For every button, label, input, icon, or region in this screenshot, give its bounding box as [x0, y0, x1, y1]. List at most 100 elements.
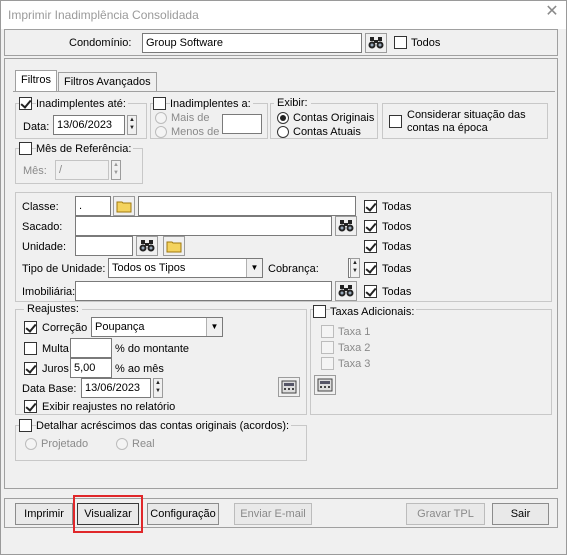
condominio-panel: Condomínio: Group Software Todos — [4, 29, 558, 56]
correcao-select[interactable]: Poupança ▼ — [91, 317, 223, 337]
detalhar-acordos-checkbox[interactable] — [19, 419, 32, 432]
sacado-label: Sacado: — [22, 221, 63, 233]
condominio-label: Condomínio: — [69, 37, 132, 49]
cobranca-spin-button[interactable]: ▲ ▼ — [350, 258, 360, 278]
taxa2-label: Taxa 2 — [338, 342, 371, 354]
mes-referencia-checkbox[interactable] — [19, 142, 32, 155]
multa-suffix: % do montante — [115, 343, 189, 355]
menos-de-radio[interactable] — [155, 126, 167, 138]
sair-button[interactable]: Sair — [492, 503, 549, 525]
sacado-input[interactable] — [75, 216, 332, 236]
classe-todas-checkbox[interactable] — [364, 200, 377, 213]
calculator-settings-icon[interactable] — [314, 375, 336, 395]
real-label: Real — [132, 438, 155, 450]
calculator-settings-icon[interactable] — [278, 377, 300, 397]
considerar-label: Considerar situação das contas na época — [407, 109, 526, 134]
contas-atuais-label: Contas Atuais — [293, 126, 361, 138]
tab-filtros[interactable]: Filtros — [15, 70, 57, 92]
sacado-todos-checkbox[interactable] — [364, 220, 377, 233]
mes-spin-button[interactable]: ▲ ▼ — [111, 160, 121, 180]
data-inadimplentes-input[interactable]: 13/06/2023 — [53, 115, 125, 135]
correcao-label: Correção — [42, 322, 88, 334]
considerar-checkbox[interactable] — [389, 115, 402, 128]
tipo-unidade-select[interactable]: Todos os Tipos ▼ — [108, 258, 263, 278]
imprimir-button[interactable]: Imprimir — [15, 503, 73, 525]
tipo-unidade-label: Tipo de Unidade: — [22, 263, 106, 275]
sacado-todos-label: Todos — [382, 221, 412, 233]
taxas-adicionais-label: Taxas Adicionais: — [330, 305, 417, 319]
binoculars-icon[interactable] — [365, 33, 387, 53]
tab-filtros-avancados[interactable]: Filtros Avançados — [58, 72, 157, 92]
mes-referencia-label: Mês de Referência: — [36, 142, 134, 156]
data-spin-button[interactable]: ▲ ▼ — [127, 115, 137, 135]
imobiliaria-todas-checkbox[interactable] — [364, 285, 377, 298]
real-radio[interactable] — [116, 438, 128, 450]
folder-icon[interactable] — [163, 236, 185, 256]
configuracao-button[interactable]: Configuração — [147, 503, 219, 525]
juros-checkbox[interactable] — [24, 362, 37, 375]
inadimplentes-ate-checkbox[interactable] — [19, 97, 32, 110]
unidade-todas-label: Todas — [382, 241, 412, 253]
data-base-label: Data Base: — [22, 383, 77, 395]
inadimplentes-ate-label: Inadimplentes até: — [36, 97, 128, 111]
taxa1-checkbox[interactable] — [321, 325, 334, 338]
mais-de-label: Mais de — [171, 112, 210, 124]
multa-label: Multa — [42, 343, 69, 355]
detalhar-acordos-label: Detalhar acréscimos das contas originais… — [36, 419, 292, 433]
todos-condominio-checkbox[interactable] — [394, 36, 407, 49]
chevron-down-icon[interactable]: ▼ — [206, 318, 222, 336]
mes-label: Mês: — [23, 165, 47, 177]
taxa1-label: Taxa 1 — [338, 326, 371, 338]
juros-input[interactable]: 5,00 — [70, 358, 112, 378]
cobranca-todas-checkbox[interactable] — [364, 262, 377, 275]
contas-atuais-radio[interactable] — [277, 126, 289, 138]
exibir-reajustes-label: Exibir reajustes no relatório — [42, 401, 176, 413]
visualizar-highlight — [73, 495, 143, 533]
enviar-email-button[interactable]: Enviar E-mail — [234, 503, 312, 525]
multa-checkbox[interactable] — [24, 342, 37, 355]
classe-label: Classe: — [22, 201, 59, 213]
taxa2-checkbox[interactable] — [321, 341, 334, 354]
multa-input[interactable] — [70, 338, 112, 358]
binoculars-icon[interactable] — [335, 281, 357, 301]
close-window-icon[interactable]: ✕ — [544, 4, 560, 20]
unidade-label: Unidade: — [22, 241, 67, 253]
taxa3-label: Taxa 3 — [338, 358, 371, 370]
projetado-label: Projetado — [41, 438, 89, 450]
chevron-down-icon[interactable]: ▼ — [246, 259, 262, 277]
data-base-input[interactable]: 13/06/2023 — [81, 378, 151, 398]
menos-de-label: Menos de — [171, 126, 220, 138]
condominio-input[interactable]: Group Software — [142, 33, 362, 53]
data-base-spin-button[interactable]: ▲ ▼ — [153, 378, 163, 398]
projetado-radio[interactable] — [25, 438, 37, 450]
binoculars-icon[interactable] — [335, 216, 357, 236]
contas-originais-radio[interactable] — [277, 112, 289, 124]
cobranca-todas-label: Todas — [382, 263, 412, 275]
reajustes-title: Reajustes: — [24, 302, 82, 316]
imobiliaria-todas-label: Todas — [382, 286, 412, 298]
mes-input[interactable]: / — [55, 160, 109, 180]
todos-condominio-label: Todos — [411, 37, 441, 49]
tab-divider — [13, 91, 555, 92]
classe-code-input[interactable]: . — [75, 196, 111, 216]
exibir-reajustes-checkbox[interactable] — [24, 400, 37, 413]
tabs-container: Filtros Filtros Avançados Inadimplentes … — [4, 58, 558, 489]
taxas-adicionais-checkbox[interactable] — [313, 305, 326, 318]
classe-todas-label: Todas — [382, 201, 412, 213]
inadimplentes-a-label: Inadimplentes a: — [170, 97, 253, 111]
imobiliaria-input[interactable] — [75, 281, 332, 301]
binoculars-icon[interactable] — [136, 236, 158, 256]
unidade-todas-checkbox[interactable] — [364, 240, 377, 253]
cobranca-label: Cobrança: — [268, 263, 319, 275]
gravar-tpl-button[interactable]: Gravar TPL — [406, 503, 485, 525]
classe-desc-input[interactable] — [138, 196, 356, 216]
dias-input[interactable] — [222, 114, 262, 134]
taxa3-checkbox[interactable] — [321, 357, 334, 370]
inadimplentes-a-checkbox[interactable] — [153, 97, 166, 110]
tipo-unidade-value: Todos os Tipos — [112, 262, 186, 274]
correcao-checkbox[interactable] — [24, 321, 37, 334]
unidade-input[interactable] — [75, 236, 133, 256]
contas-originais-label: Contas Originais — [293, 112, 375, 124]
mais-de-radio[interactable] — [155, 112, 167, 124]
folder-icon[interactable] — [113, 196, 135, 216]
